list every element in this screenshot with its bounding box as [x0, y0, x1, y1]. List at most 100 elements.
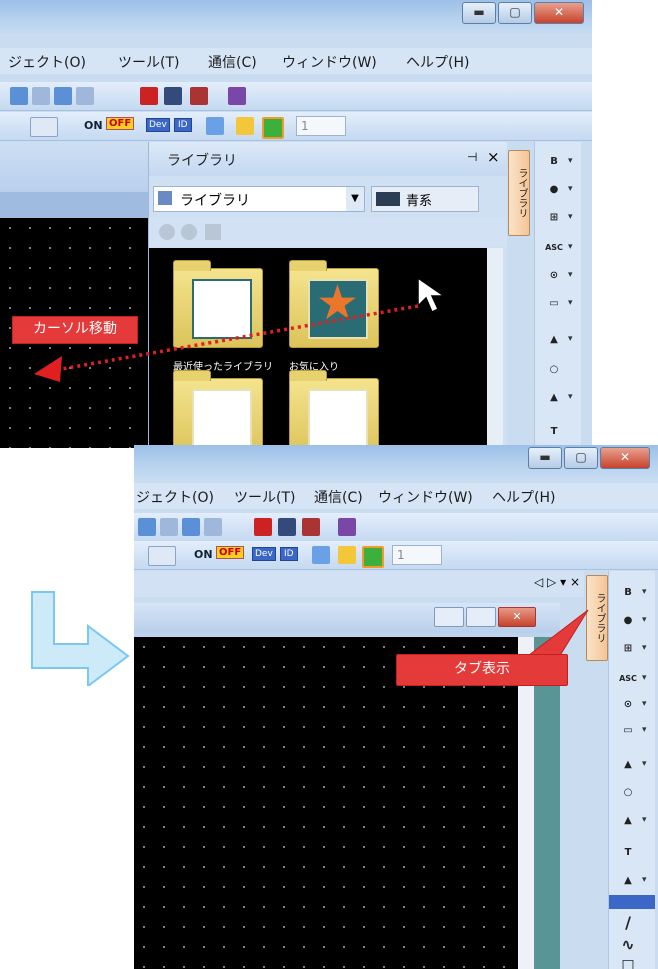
dropdown-icon[interactable]	[30, 117, 58, 137]
tool-icon[interactable]	[278, 518, 296, 536]
close-button[interactable]: ✕	[600, 447, 650, 469]
menu-help[interactable]: ヘルプ(H)	[406, 52, 469, 72]
search-icon[interactable]: ○	[617, 783, 639, 803]
window-icon[interactable]	[338, 546, 356, 564]
window-icon[interactable]	[312, 546, 330, 564]
chevron-down-icon[interactable]: ▼	[346, 187, 364, 211]
menu-comm[interactable]: 通信(C)	[208, 52, 257, 72]
polyline-tool-icon[interactable]: ∿	[617, 935, 639, 955]
line-tool-icon[interactable]: /	[617, 913, 639, 933]
text-icon[interactable]: T	[617, 843, 639, 863]
minimize-button[interactable]: ▬	[528, 447, 562, 469]
on-button[interactable]: ON	[194, 548, 213, 561]
back-icon[interactable]	[159, 224, 175, 240]
menu-bar: ジェクト(O) ツール(T) 通信(C) ウィンドウ(W) ヘルプ(H)	[0, 48, 592, 74]
dev-button[interactable]: Dev	[252, 547, 276, 561]
window-icon[interactable]	[206, 117, 224, 135]
menu-comm[interactable]: 通信(C)	[314, 487, 363, 507]
speech-icon[interactable]: ▭	[543, 294, 565, 314]
tool-icon[interactable]	[160, 518, 178, 536]
panel-divider	[609, 895, 655, 909]
color-dropdown[interactable]: 青系	[371, 186, 479, 212]
tool-icon[interactable]	[138, 518, 156, 536]
window-bottom: ▬ ▢ ✕ ジェクト(O) ツール(T) 通信(C) ウィンドウ(W) ヘルプ(…	[134, 445, 658, 969]
warning-icon[interactable]: ▲	[617, 811, 639, 831]
tab-display-callout: タブ表示	[396, 654, 568, 686]
editor-header	[0, 142, 148, 192]
window-icon[interactable]	[236, 117, 254, 135]
grid-icon[interactable]: ⊞	[617, 639, 639, 659]
minimize-button[interactable]: ▬	[462, 2, 496, 24]
dev-button[interactable]: Dev	[146, 118, 170, 132]
tool-icon[interactable]	[302, 518, 320, 536]
color-value: 青系	[406, 194, 433, 209]
tool-icon[interactable]	[204, 518, 222, 536]
menu-object[interactable]: ジェクト(O)	[136, 487, 214, 507]
title-bar: ▬ ▢ ✕	[0, 0, 592, 34]
tool-icon-b[interactable]: B	[543, 152, 565, 172]
close-button[interactable]: ✕	[534, 2, 584, 24]
bulb-icon[interactable]: ●	[617, 611, 639, 631]
tool-icon[interactable]	[254, 518, 272, 536]
off-button[interactable]: OFF	[106, 117, 135, 130]
rectangle-tool-icon[interactable]: □	[617, 955, 639, 969]
asc-icon[interactable]: ASC	[617, 669, 639, 689]
off-button[interactable]: OFF	[216, 546, 245, 559]
tool-icon[interactable]	[164, 87, 182, 105]
id-button[interactable]: ID	[280, 547, 298, 561]
side-strip	[534, 637, 560, 969]
toolbar-row-2: ON OFF Dev ID 1	[134, 541, 658, 570]
tool-icon[interactable]	[190, 87, 208, 105]
forward-icon[interactable]	[181, 224, 197, 240]
clock-icon[interactable]: ⊙	[543, 266, 565, 286]
menu-window[interactable]: ウィンドウ(W)	[378, 487, 473, 507]
on-button[interactable]: ON	[84, 119, 103, 132]
menu-help[interactable]: ヘルプ(H)	[492, 487, 555, 507]
editor-canvas[interactable]	[134, 637, 518, 969]
tool-icon[interactable]	[338, 518, 356, 536]
tool-icon[interactable]	[228, 87, 246, 105]
library-dropdown[interactable]: ライブラリ ▼	[153, 186, 365, 212]
search-icon[interactable]: ○	[543, 360, 565, 380]
maximize-button[interactable]: ▢	[564, 447, 598, 469]
tool-icon[interactable]	[182, 518, 200, 536]
warning-icon[interactable]: ▲	[617, 755, 639, 775]
tool-icon-b[interactable]: B	[617, 583, 639, 603]
scrollbar[interactable]	[487, 248, 503, 448]
speech-icon[interactable]: ▭	[617, 721, 639, 741]
library-vertical-tab[interactable]: ライブラリ	[508, 150, 530, 236]
dropdown-icon[interactable]	[148, 546, 176, 566]
tool-icon[interactable]	[76, 87, 94, 105]
clock-icon[interactable]: ⊙	[617, 695, 639, 715]
tool-icon[interactable]	[54, 87, 72, 105]
menu-tool[interactable]: ツール(T)	[118, 52, 179, 72]
panel-header: ◁ ▷ ▾ ×	[134, 571, 584, 597]
window-icon[interactable]	[362, 546, 384, 568]
panel-controls[interactable]: ◁ ▷ ▾ ×	[534, 575, 580, 589]
number-box[interactable]: 1	[296, 116, 346, 136]
folder-up-icon[interactable]	[205, 224, 221, 240]
menu-window[interactable]: ウィンドウ(W)	[282, 52, 377, 72]
warning-icon[interactable]: ▲	[617, 871, 639, 891]
id-button[interactable]: ID	[174, 118, 192, 132]
panel-close-icon[interactable]: ×	[487, 148, 500, 166]
child-minimize-button[interactable]	[434, 607, 464, 627]
vertical-scrollbar[interactable]	[518, 637, 534, 969]
text-icon[interactable]: T	[543, 422, 565, 442]
menu-object[interactable]: ジェクト(O)	[8, 52, 86, 72]
tool-icon[interactable]	[10, 87, 28, 105]
window-icon[interactable]	[262, 117, 284, 139]
number-box[interactable]: 1	[392, 545, 442, 565]
tool-icon[interactable]	[32, 87, 50, 105]
asc-icon[interactable]: ASC	[543, 238, 565, 258]
pin-icon[interactable]: ⊣	[467, 150, 477, 164]
grid-icon[interactable]: ⊞	[543, 208, 565, 228]
warning-icon[interactable]: ▲	[543, 388, 565, 408]
toolbar-row-1	[0, 82, 592, 111]
menu-tool[interactable]: ツール(T)	[234, 487, 295, 507]
warning-icon[interactable]: ▲	[543, 330, 565, 350]
bulb-icon[interactable]: ●	[543, 180, 565, 200]
title-bar: ▬ ▢ ✕	[134, 445, 658, 479]
tool-icon[interactable]	[140, 87, 158, 105]
maximize-button[interactable]: ▢	[498, 2, 532, 24]
